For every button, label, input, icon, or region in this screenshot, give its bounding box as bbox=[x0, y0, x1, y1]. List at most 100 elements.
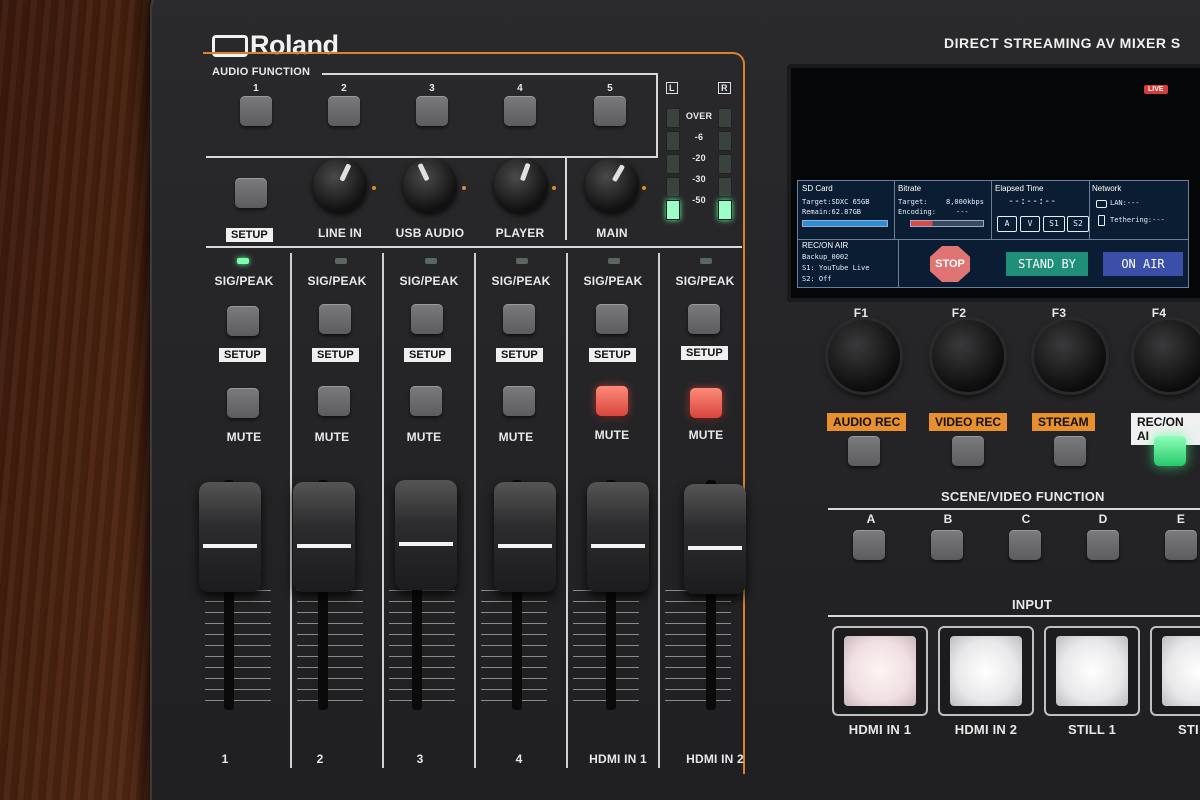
hdmi-in-1-mute-button[interactable] bbox=[596, 386, 628, 416]
f4-knob[interactable] bbox=[1134, 320, 1200, 392]
rec-on-air-button[interactable] bbox=[1154, 436, 1186, 466]
knob-marker bbox=[552, 186, 556, 190]
player-knob[interactable] bbox=[494, 158, 548, 212]
channel-2-mute-button[interactable] bbox=[318, 386, 350, 416]
fader-scale bbox=[389, 590, 455, 710]
usb-audio-knob[interactable] bbox=[403, 158, 457, 212]
fader-scale bbox=[665, 590, 731, 710]
input-label: INPUT bbox=[1012, 597, 1052, 612]
hdmi-in-2-mute-button[interactable] bbox=[690, 388, 722, 418]
scene-a-button[interactable] bbox=[853, 530, 885, 560]
audio-fn-button-3[interactable] bbox=[416, 96, 448, 126]
channel-name: 4 bbox=[515, 752, 523, 766]
f2-knob[interactable] bbox=[932, 320, 1004, 392]
channel-4-fader[interactable] bbox=[494, 482, 556, 592]
bitrate-encoding-label: Encoding: bbox=[898, 208, 936, 216]
channel-4-setup-button[interactable] bbox=[503, 304, 535, 334]
knob-marker bbox=[372, 186, 376, 190]
line-in-knob[interactable] bbox=[313, 158, 367, 212]
channel-2-fader[interactable] bbox=[293, 482, 355, 592]
scene-b-button[interactable] bbox=[931, 530, 963, 560]
phone-icon bbox=[1098, 215, 1105, 226]
sig-peak-led bbox=[237, 258, 249, 264]
chip-v: V bbox=[1020, 216, 1040, 232]
hdmi-in-1-setup-button[interactable] bbox=[596, 304, 628, 334]
channel-name: HDMI IN 2 bbox=[686, 752, 744, 766]
meter-scale-50: -50 bbox=[692, 195, 706, 205]
setup-tag: SETUP bbox=[681, 346, 728, 360]
setup-tag: SETUP bbox=[404, 348, 451, 362]
channel-4-mute-button[interactable] bbox=[503, 386, 535, 416]
network-tethering: Tethering:--- bbox=[1110, 216, 1165, 224]
sig-peak-led bbox=[608, 258, 620, 264]
divider-line bbox=[206, 246, 742, 248]
audio-fn-num: 1 bbox=[253, 83, 259, 94]
meter-right-label: R bbox=[718, 82, 731, 94]
channel-3-setup-button[interactable] bbox=[411, 304, 443, 334]
sd-card-title: SD Card bbox=[802, 184, 833, 193]
hdmi-in-2-setup-button[interactable] bbox=[688, 304, 720, 334]
fader-scale bbox=[205, 590, 271, 710]
stop-label: STOP bbox=[935, 258, 965, 270]
product-tagline: DIRECT STREAMING AV MIXER S bbox=[944, 35, 1181, 51]
photo-scene: Roland DIRECT STREAMING AV MIXER S AUDIO… bbox=[0, 0, 1200, 800]
audio-fn-button-2[interactable] bbox=[328, 96, 360, 126]
player-label: PLAYER bbox=[495, 226, 545, 240]
bitrate-target-value: 8,000kbps bbox=[946, 198, 984, 206]
scene-c-button[interactable] bbox=[1009, 530, 1041, 560]
channel-divider bbox=[566, 253, 568, 768]
input-still-2-button[interactable] bbox=[1150, 626, 1200, 716]
sd-card-bar bbox=[802, 220, 888, 227]
sd-card-remain: Remain:62.87GB bbox=[802, 208, 862, 216]
knob-marker bbox=[642, 186, 646, 190]
scene-d-label: D bbox=[1098, 512, 1108, 526]
channel-1-mute-button[interactable] bbox=[227, 388, 259, 418]
channel-2-setup-button[interactable] bbox=[319, 304, 351, 334]
f3-knob[interactable] bbox=[1034, 320, 1106, 392]
scene-e-button[interactable] bbox=[1165, 530, 1197, 560]
meter-scale-20: -20 bbox=[692, 153, 706, 163]
scene-d-button[interactable] bbox=[1087, 530, 1119, 560]
channel-name: 3 bbox=[416, 752, 424, 766]
mute-label: MUTE bbox=[594, 428, 630, 442]
knob-marker bbox=[462, 186, 466, 190]
scene-a-label: A bbox=[866, 512, 876, 526]
channel-3-mute-button[interactable] bbox=[410, 386, 442, 416]
on-air-button[interactable]: ON AIR bbox=[1103, 252, 1183, 276]
video-rec-button[interactable] bbox=[952, 436, 984, 466]
channel-divider bbox=[290, 253, 292, 768]
audio-rec-button[interactable] bbox=[848, 436, 880, 466]
hdmi-in-1-fader[interactable] bbox=[587, 482, 649, 592]
live-badge: LIVE bbox=[1144, 85, 1168, 94]
setup-tag: SETUP bbox=[219, 348, 266, 362]
audio-fn-button-5[interactable] bbox=[594, 96, 626, 126]
bitrate-target-label: Target: bbox=[898, 198, 928, 206]
stream-button[interactable] bbox=[1054, 436, 1086, 466]
channel-3-fader[interactable] bbox=[395, 480, 457, 590]
f1-knob[interactable] bbox=[828, 320, 900, 392]
channel-divider bbox=[474, 253, 476, 768]
main-knob[interactable] bbox=[585, 158, 639, 212]
meter-scale-30: -30 bbox=[692, 174, 706, 184]
input-still-1-button[interactable] bbox=[1044, 626, 1140, 716]
hdmi-in-2-fader[interactable] bbox=[684, 484, 746, 594]
audio-fn-button-1[interactable] bbox=[240, 96, 272, 126]
chip-a: A bbox=[997, 216, 1017, 232]
stand-by-button[interactable]: STAND BY bbox=[1006, 252, 1088, 276]
channel-name: 1 bbox=[221, 752, 229, 766]
sig-peak-label: SIG/PEAK bbox=[675, 274, 735, 288]
channel-1-setup-button[interactable] bbox=[227, 306, 259, 336]
audio-fn-button-4[interactable] bbox=[504, 96, 536, 126]
channel-name: HDMI IN 1 bbox=[589, 752, 647, 766]
f3-label: F3 bbox=[1051, 306, 1067, 320]
mute-label: MUTE bbox=[226, 430, 262, 444]
input-hdmi-in-2-button[interactable] bbox=[938, 626, 1034, 716]
sig-peak-led bbox=[425, 258, 437, 264]
setup-tag: SETUP bbox=[496, 348, 543, 362]
fader-scale bbox=[297, 590, 363, 710]
setup-button[interactable] bbox=[235, 178, 267, 208]
main-label: MAIN bbox=[596, 226, 628, 240]
input-hdmi-in-1-button[interactable] bbox=[832, 626, 928, 716]
channel-1-fader[interactable] bbox=[199, 482, 261, 592]
bitrate-encoding-value: --- bbox=[956, 208, 969, 216]
